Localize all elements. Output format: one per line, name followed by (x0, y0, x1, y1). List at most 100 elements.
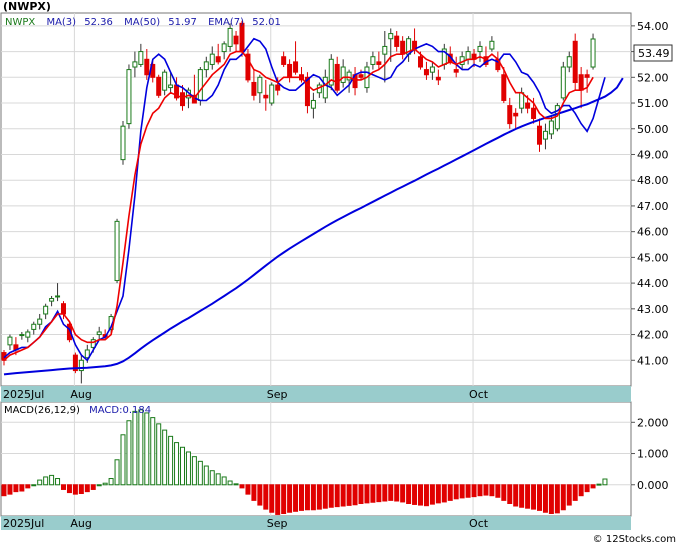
candle-body (281, 56, 287, 65)
candle-body (394, 35, 400, 47)
candle-body (453, 69, 459, 73)
macd-bar (554, 484, 560, 514)
watermark: © 12Stocks.com (593, 534, 676, 545)
candle-body (257, 76, 263, 94)
candle-body (560, 66, 566, 99)
macd-bar (126, 420, 132, 486)
macd-bar (382, 484, 388, 502)
macd-bar (435, 484, 441, 504)
candle-body (293, 61, 299, 73)
candle-body (197, 69, 203, 101)
macd-bar (180, 446, 185, 486)
macd-bar (43, 476, 49, 486)
candle-body (126, 69, 132, 125)
macd-bar (548, 484, 554, 515)
price-tick-label: 44.00 (637, 277, 669, 290)
macd-bar (418, 484, 423, 506)
candle-body (120, 125, 126, 161)
macd-bar (542, 484, 548, 513)
macd-bar (239, 484, 245, 489)
candle-body (114, 220, 120, 282)
candle-body (7, 336, 13, 346)
candle-body (429, 66, 435, 73)
price-tick-label: 43.00 (637, 303, 669, 316)
macd-bar (322, 484, 328, 509)
macd-bar (501, 484, 507, 501)
macd-bar (174, 442, 180, 486)
macd-bar (287, 484, 293, 513)
price-axis-ticks: 41.00 42.00 43.00 44.00 45.00 46.00 47.00 48.00… (631, 20, 669, 367)
candle-body (49, 298, 55, 302)
candle-body (519, 92, 525, 109)
candle-body (584, 74, 590, 78)
price-tick-label: 52.00 (637, 71, 669, 84)
candle-body (572, 40, 578, 83)
candle-body (507, 105, 513, 125)
candle-body (31, 323, 37, 330)
macd-bar (316, 484, 322, 510)
macd-bar (31, 484, 37, 487)
macd-bar (459, 484, 465, 499)
candle-body (537, 125, 542, 145)
candle-body (19, 334, 25, 337)
candle-body (388, 33, 394, 40)
macd-bar (299, 484, 304, 511)
candle-body (269, 84, 275, 104)
macd-bar (310, 484, 316, 511)
price-tick-label: 48.00 (637, 174, 669, 187)
candle-body (334, 63, 340, 91)
candle-body (209, 53, 215, 65)
candle-body (180, 92, 185, 107)
macd-bar (197, 460, 203, 486)
macd-bar (364, 484, 370, 504)
macd-bar (293, 484, 299, 512)
macd-bar (531, 484, 537, 510)
candle-body (525, 102, 531, 109)
price-date-axis-band (1, 386, 631, 402)
price-tick-label: 54.00 (637, 20, 669, 33)
date-label: Oct (469, 388, 489, 401)
candle-body (477, 45, 483, 53)
candle-body (542, 130, 548, 140)
price-tick-label: 46.00 (637, 226, 669, 239)
macd-bar (304, 484, 310, 511)
macd-bar (352, 484, 358, 506)
macd-date-axis-band (1, 516, 631, 530)
macd-bar (66, 484, 72, 494)
macd-bar (334, 484, 340, 508)
macd-bar (281, 484, 287, 515)
macd-bar (560, 484, 566, 511)
macd-bar (227, 480, 233, 486)
macd-bar (578, 484, 584, 497)
stock-chart: 41.00 42.00 43.00 44.00 45.00 46.00 47.00 48.00… (0, 0, 676, 545)
candle-body (162, 71, 168, 91)
macd-bar (185, 451, 191, 486)
legend-ma50-value: 51.97 (168, 17, 197, 28)
macd-bar (72, 484, 78, 495)
macd-bar (388, 484, 394, 501)
candle-body (418, 56, 423, 68)
candle-body (590, 38, 596, 68)
candle-body (400, 40, 406, 55)
candle-body (548, 120, 554, 135)
macd-bar (61, 484, 66, 490)
legend-ema7-label: EMA(7) (208, 17, 244, 28)
macd-bar (90, 484, 96, 490)
price-tick-label: 51.00 (637, 97, 669, 110)
macd-tick-label: 0.000 (637, 479, 669, 492)
legend-symbol: NWPX (5, 17, 35, 28)
macd-bar (96, 484, 102, 487)
candle-body (370, 56, 376, 65)
macd-bar (233, 483, 239, 486)
macd-tick-label: 2.000 (637, 416, 669, 429)
macd-bar (370, 484, 376, 503)
macd-bar (513, 484, 519, 507)
macd-bar (156, 423, 162, 486)
macd-bar (102, 482, 108, 486)
macd-bar (328, 484, 334, 508)
candle-body (287, 63, 293, 78)
macd-bar (584, 484, 590, 493)
candle-body (501, 74, 507, 101)
macd-bar (215, 473, 221, 486)
candle-body (513, 112, 519, 117)
